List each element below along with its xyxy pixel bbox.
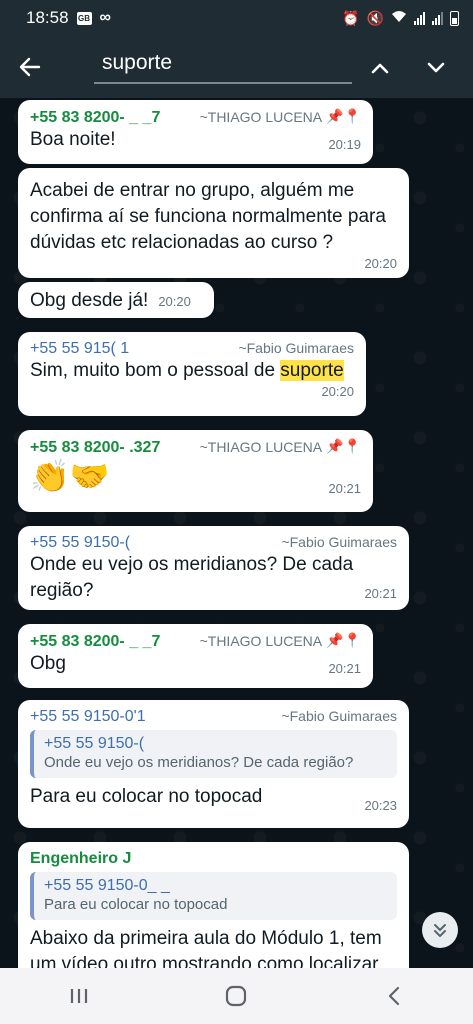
- quoted-text: Onde eu vejo os meridianos? De cada regi…: [44, 754, 354, 771]
- message-bubble[interactable]: +55 55 9150-0'1 ~Fabio Guimaraes +55 55 …: [18, 700, 409, 828]
- sender-phone[interactable]: +55 83 8200- _ _7: [30, 633, 160, 651]
- message-time: 20:21: [328, 660, 361, 676]
- message-time: 20:20: [321, 384, 354, 399]
- scroll-to-bottom-button[interactable]: [422, 912, 458, 948]
- status-bar: 18:58 GB ∞ ⏰ 🔇: [0, 0, 473, 36]
- message-bubble[interactable]: +55 83 8200- .327 ~THIAGO LUCENA 📌📍 👏🤝 20…: [18, 430, 373, 512]
- wifi-icon: [391, 10, 407, 26]
- quoted-text: Para eu colocar no topocad: [44, 896, 228, 913]
- sender-name: ~Fabio Guimaraes: [238, 340, 354, 356]
- sender-phone[interactable]: +55 55 915( 1: [30, 340, 129, 358]
- message-text: Obg desde já!: [30, 290, 149, 311]
- chevron-down-icon: [427, 62, 445, 73]
- alarm-icon: ⏰: [342, 9, 360, 26]
- sender-name: ~Fabio Guimaraes: [281, 534, 397, 550]
- recent-apps-icon: [70, 989, 87, 1003]
- system-nav-bar: [0, 968, 473, 1024]
- message-bubble[interactable]: +55 55 915( 1 ~Fabio Guimaraes Sim, muit…: [18, 332, 366, 416]
- sender-name: ~THIAGO LUCENA: [199, 438, 323, 455]
- message-bubble[interactable]: +55 55 9150-( ~Fabio Guimaraes Onde eu v…: [18, 526, 409, 610]
- pin-icons: 📌📍: [326, 632, 361, 648]
- quoted-sender: +55 55 9150-(: [44, 735, 145, 752]
- sender-phone[interactable]: +55 83 8200- _ _7: [30, 109, 160, 127]
- signal-icon: [414, 11, 425, 25]
- sender-phone[interactable]: +55 55 9150-(: [30, 534, 130, 552]
- message-text: Acabei de entrar no grupo, alguém me con…: [30, 180, 386, 253]
- message-text-part: Sim, muito bom o pessoal de: [30, 360, 281, 381]
- message-bubble[interactable]: Obg desde já! 20:20: [18, 282, 214, 318]
- battery-icon: [450, 10, 459, 26]
- signal-2-icon: [432, 11, 443, 25]
- recent-apps-button[interactable]: [49, 976, 109, 1016]
- sender-name: ~THIAGO LUCENA: [199, 632, 323, 649]
- sender-name: ~Fabio Guimaraes: [281, 708, 397, 724]
- back-button[interactable]: [0, 36, 60, 98]
- message-bubble[interactable]: Acabei de entrar no grupo, alguém me con…: [18, 168, 409, 278]
- sender-name: ~THIAGO LUCENA: [199, 108, 323, 125]
- gallery-badge-icon: GB: [76, 11, 92, 25]
- pin-icons: 📌📍: [326, 108, 361, 124]
- arrow-left-icon: [19, 57, 41, 77]
- quoted-message[interactable]: +55 55 9150-( Onde eu vejo os meridianos…: [30, 730, 397, 778]
- message-time: 20:20: [158, 294, 191, 309]
- message-bubble[interactable]: +55 83 8200- _ _7 ~THIAGO LUCENA 📌📍 Obg 2…: [18, 624, 373, 688]
- home-button[interactable]: [206, 976, 266, 1016]
- next-result-button[interactable]: [416, 50, 456, 86]
- previous-result-button[interactable]: [360, 50, 400, 86]
- infinity-icon: ∞: [99, 9, 111, 26]
- quoted-message[interactable]: +55 55 9150-0_ _ Para eu colocar no topo…: [30, 872, 397, 920]
- double-chevron-down-icon: [434, 924, 446, 937]
- sender-phone[interactable]: Engenheiro J: [30, 850, 131, 868]
- message-text: Abaixo da primeira aula do Módulo 1, tem…: [30, 928, 382, 968]
- message-text: Sim, muito bom o pessoal de suporte: [30, 358, 354, 384]
- mute-icon: 🔇: [366, 9, 384, 26]
- sender-phone[interactable]: +55 55 9150-0'1: [30, 708, 146, 726]
- back-icon: [389, 986, 400, 1006]
- sender-phone[interactable]: +55 83 8200- .327: [30, 439, 160, 457]
- quoted-sender: +55 55 9150-0_ _: [44, 877, 170, 894]
- message-time: 20:20: [364, 256, 397, 271]
- search-input[interactable]: [94, 51, 352, 75]
- home-icon: [226, 985, 247, 1007]
- chevron-up-icon: [371, 63, 389, 74]
- message-bubble[interactable]: Engenheiro J +55 55 9150-0_ _ Para eu co…: [18, 842, 409, 968]
- status-time: 18:58: [26, 8, 69, 27]
- search-toolbar: [0, 36, 473, 98]
- chat-area[interactable]: +55 83 8200- _ _7 ~THIAGO LUCENA 📌📍 Boa n…: [0, 98, 473, 968]
- search-field[interactable]: [94, 44, 352, 84]
- back-nav-button[interactable]: [364, 976, 424, 1016]
- message-bubble[interactable]: +55 83 8200- _ _7 ~THIAGO LUCENA 📌📍 Boa n…: [18, 100, 373, 164]
- search-highlight: suporte: [280, 360, 344, 381]
- pin-icons: 📌📍: [326, 438, 361, 454]
